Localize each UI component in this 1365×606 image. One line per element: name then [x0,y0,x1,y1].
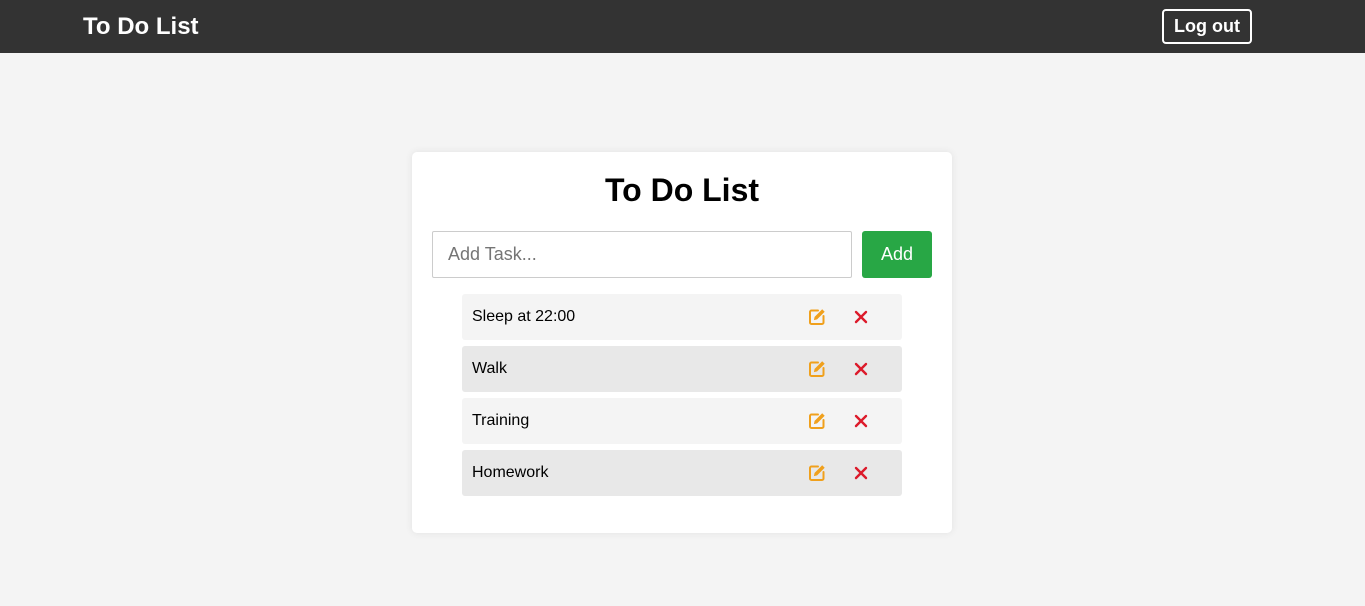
close-icon [850,358,872,380]
edit-task-button[interactable] [806,306,828,328]
edit-task-button[interactable] [806,358,828,380]
close-icon [850,410,872,432]
edit-icon [806,410,828,432]
edit-icon [806,306,828,328]
delete-task-button[interactable] [850,462,872,484]
delete-task-button[interactable] [850,358,872,380]
add-task-input[interactable] [432,231,852,278]
task-text: Training [472,412,530,429]
add-task-button[interactable]: Add [862,231,932,278]
task-text: Walk [472,360,507,377]
task-item: Walk [462,346,902,392]
task-item: Homework [462,450,902,496]
edit-icon [806,358,828,380]
close-icon [850,462,872,484]
edit-task-button[interactable] [806,410,828,432]
edit-task-button[interactable] [806,462,828,484]
task-item: Sleep at 22:00 [462,294,902,340]
close-icon [850,306,872,328]
logout-button[interactable]: Log out [1162,9,1252,44]
task-text: Homework [472,464,549,481]
brand-title[interactable]: To Do List [83,12,199,42]
navbar: To Do List Log out [0,0,1365,53]
task-item: Training [462,398,902,444]
task-list: Sleep at 22:00 Walk Training Homework [462,294,902,502]
delete-task-button[interactable] [850,306,872,328]
card-title: To Do List [604,172,760,208]
task-text: Sleep at 22:00 [472,308,576,325]
edit-icon [806,462,828,484]
delete-task-button[interactable] [850,410,872,432]
todo-card: To Do List Add Sleep at 22:00 Walk [412,152,952,533]
